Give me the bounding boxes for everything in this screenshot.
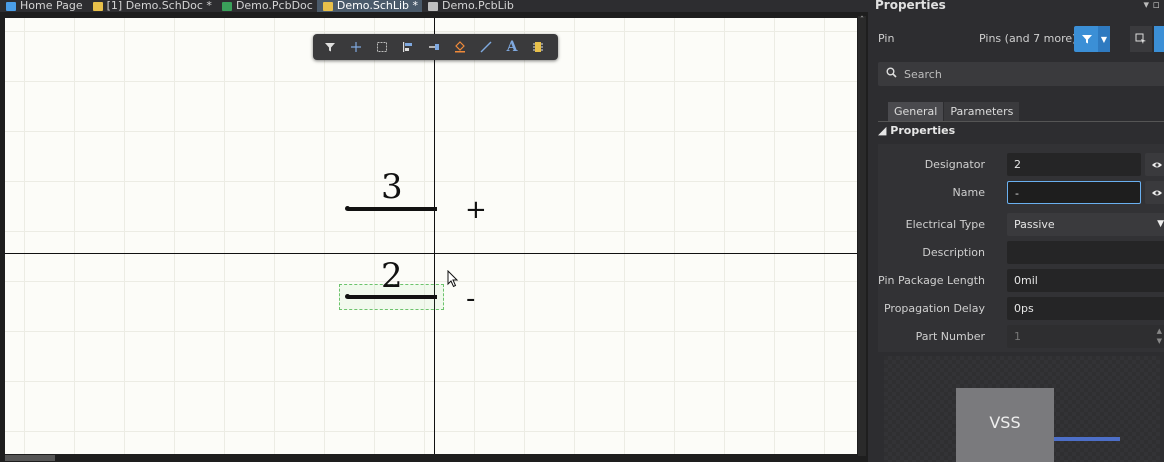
electrical-type-select[interactable]: Passive ▼: [1007, 213, 1164, 236]
part-number-label: Part Number: [915, 330, 985, 343]
tab-demo-pcbdoc[interactable]: Demo.PcbDoc: [216, 0, 317, 12]
chevron-down-icon[interactable]: ▼: [1098, 26, 1110, 52]
tab-parameters[interactable]: Parameters: [944, 102, 1020, 122]
electrical-type-label: Electrical Type: [905, 218, 985, 231]
designator-label: Designator: [924, 158, 985, 171]
text-icon[interactable]: A: [501, 37, 523, 57]
pcbdoc-icon: [221, 1, 232, 11]
tab-label: Home Page: [20, 0, 83, 12]
tab-label: Demo.PcbLib: [442, 0, 514, 12]
tab-home-page[interactable]: Home Page: [0, 0, 87, 12]
rect-select-icon[interactable]: [371, 37, 393, 57]
pin-2-designator: 2: [381, 256, 403, 296]
pin-3-name: +: [465, 195, 487, 225]
panel-menu-icon[interactable]: ▾ ▫: [1144, 0, 1160, 11]
tab-label: Demo.PcbDoc: [235, 0, 313, 12]
filter-icon: [1082, 35, 1092, 44]
add-icon[interactable]: [345, 37, 367, 57]
tab-label: [1] Demo.SchDoc *: [106, 0, 212, 12]
pin-package-length-field[interactable]: 0mil: [1007, 269, 1164, 292]
app-window: Home Page [1] Demo.SchDoc * Demo.PcbDoc …: [0, 0, 1164, 462]
designator-visibility-toggle[interactable]: [1145, 153, 1164, 176]
scroll-up-icon[interactable]: ˆ: [860, 16, 865, 26]
filter-button[interactable]: ▼: [1074, 26, 1110, 52]
eye-icon: [1152, 190, 1162, 195]
panel-side-button[interactable]: [1154, 26, 1164, 52]
crosshair-vertical: [434, 18, 435, 454]
stepper-arrows-icon: ▲ ▼: [1156, 327, 1162, 345]
panel-title: Properties: [875, 0, 946, 12]
preview-pin-line: [1054, 437, 1120, 441]
properties-form: Designator 2 Name - Electrical Type Pass…: [878, 144, 1164, 352]
collapse-icon: ◢: [878, 124, 891, 137]
home-icon: [6, 1, 16, 11]
part-number-stepper: 1 ▲ ▼: [1007, 325, 1164, 348]
properties-section-header[interactable]: ◢ Properties: [878, 124, 955, 137]
component-icon[interactable]: [527, 37, 549, 57]
part-number-value: 1: [1014, 330, 1021, 343]
pin-2-name: -: [466, 284, 476, 314]
tab-label: Demo.SchLib *: [336, 0, 418, 12]
pin-3-designator: 3: [381, 167, 403, 207]
horizontal-scrollbar[interactable]: [5, 455, 55, 461]
tab-general[interactable]: General: [888, 102, 944, 122]
schlib-icon: [322, 1, 333, 11]
name-label: Name: [952, 186, 985, 199]
propagation-delay-field[interactable]: 0ps: [1007, 297, 1164, 320]
pin-2-line[interactable]: [348, 295, 437, 299]
search-icon: [886, 67, 897, 81]
active-bar-toolbar: A: [313, 34, 558, 60]
schematic-canvas[interactable]: 3 + 2 -: [5, 18, 857, 454]
propagation-delay-label: Propagation Delay: [883, 302, 985, 315]
pin-3-end: [345, 206, 350, 211]
object-kind-label: Pin: [878, 32, 895, 45]
name-field[interactable]: -: [1007, 181, 1141, 204]
electrical-type-value: Passive: [1014, 218, 1055, 231]
designator-field[interactable]: 2: [1007, 153, 1141, 176]
align-icon[interactable]: [397, 37, 419, 57]
description-label: Description: [922, 246, 985, 259]
line-icon[interactable]: [475, 37, 497, 57]
tab-demo-schdoc[interactable]: [1] Demo.SchDoc *: [87, 0, 216, 12]
schdoc-icon: [92, 1, 103, 11]
select-mask-button[interactable]: [1130, 26, 1152, 52]
search-input[interactable]: Search: [878, 62, 1164, 86]
pin-3-line[interactable]: [348, 207, 437, 211]
crosshair-horizontal: [5, 253, 857, 254]
document-tab-bar: Home Page [1] Demo.SchDoc * Demo.PcbDoc …: [0, 0, 868, 12]
mouse-cursor-icon: [447, 270, 459, 288]
object-filter-label[interactable]: Pins (and 7 more): [979, 32, 1076, 45]
search-placeholder: Search: [904, 67, 942, 81]
tabs-divider: [878, 121, 1164, 122]
pin-package-length-label: Pin Package Length: [878, 274, 985, 287]
preview-component-body: VSS: [956, 388, 1054, 462]
cursor-select-icon: [1135, 33, 1146, 44]
filter-icon[interactable]: [319, 37, 341, 57]
panel-tabs: General Parameters: [888, 102, 1020, 122]
pcblib-icon: [428, 1, 438, 11]
eye-icon: [1152, 162, 1162, 167]
fill-icon[interactable]: [449, 37, 471, 57]
tab-demo-pcblib[interactable]: Demo.PcbLib: [422, 0, 518, 12]
schematic-editor: 3 + 2 - A ˆ: [0, 12, 868, 462]
section-title: Properties: [890, 124, 956, 137]
chevron-down-icon: ▼: [1157, 219, 1164, 229]
properties-panel: Properties ▾ ▫ Pin Pins (and 7 more) ▼ S…: [868, 0, 1164, 462]
vertical-scrollbar[interactable]: ˆ: [858, 16, 866, 456]
description-field[interactable]: [1007, 241, 1164, 264]
tab-demo-schlib[interactable]: Demo.SchLib *: [316, 0, 422, 12]
place-pin-icon[interactable]: [423, 37, 445, 57]
pin-2-end: [345, 294, 350, 299]
name-visibility-toggle[interactable]: [1145, 181, 1164, 204]
preview-label: VSS: [989, 412, 1021, 432]
pin-preview: VSS: [884, 356, 1160, 462]
